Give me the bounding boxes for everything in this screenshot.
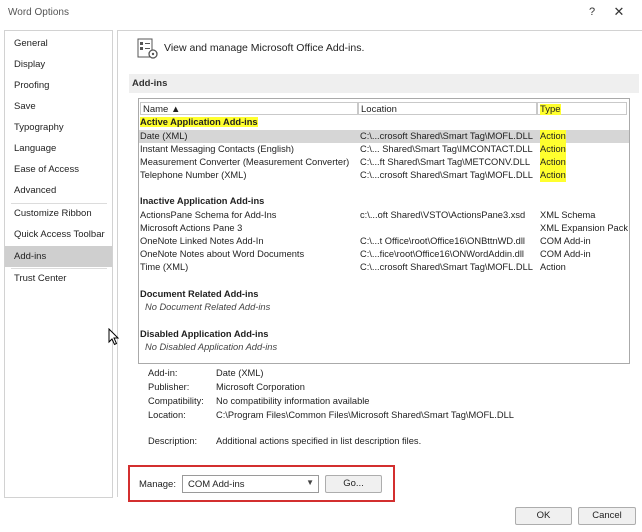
title-bar: Word Options ? ✕ — [0, 0, 642, 26]
section-band — [129, 74, 639, 93]
empty-disabled-addins: No Disabled Application Add-ins — [145, 342, 278, 352]
detail-value-description: Additional actions specified in list des… — [216, 436, 422, 446]
sidebar-item-proofing[interactable]: Proofing — [5, 75, 112, 96]
group-title-active: Active Application Add-ins — [140, 117, 258, 127]
manage-dropdown-value: COM Add-ins — [188, 479, 245, 490]
sidebar-item-typography[interactable]: Typography — [5, 117, 112, 138]
table-row[interactable]: Measurement Converter (Measurement Conve… — [139, 156, 629, 169]
sidebar-item-customize-ribbon[interactable]: Customize Ribbon — [5, 203, 112, 224]
table-row[interactable]: Instant Messaging Contacts (English) C:\… — [139, 143, 629, 156]
detail-label-description: Description: — [148, 436, 198, 446]
close-button[interactable]: ✕ — [610, 3, 628, 21]
add-ins-settings-icon — [137, 38, 158, 59]
sidebar-item-ease-of-access[interactable]: Ease of Access — [5, 159, 112, 180]
group-title-inactive: Inactive Application Add-ins — [140, 196, 265, 206]
column-header-name[interactable]: Name ▲ — [140, 102, 358, 115]
group-title-disabled: Disabled Application Add-ins — [140, 329, 269, 339]
sidebar-item-quick-access-toolbar[interactable]: Quick Access Toolbar — [5, 224, 112, 245]
table-row[interactable]: ActionsPane Schema for Add-Ins c:\...oft… — [139, 209, 629, 222]
type-header-label: Type — [540, 104, 561, 115]
detail-label-publisher: Publisher: — [148, 382, 190, 392]
detail-label-addin: Add-in: — [148, 368, 178, 378]
detail-value-location: C:\Program Files\Common Files\Microsoft … — [216, 410, 514, 420]
sidebar-item-language[interactable]: Language — [5, 138, 112, 159]
empty-document-addins: No Document Related Add-ins — [145, 302, 271, 312]
section-title: Add-ins — [132, 78, 168, 89]
add-ins-list[interactable]: Name ▲ Location Type Active Application … — [138, 98, 630, 364]
sidebar-item-general[interactable]: General — [5, 33, 112, 54]
sidebar-item-save[interactable]: Save — [5, 96, 112, 117]
detail-value-addin: Date (XML) — [216, 368, 264, 378]
cancel-button[interactable]: Cancel — [578, 507, 636, 525]
sidebar-item-display[interactable]: Display — [5, 54, 112, 75]
sidebar-item-add-ins[interactable]: Add-ins — [5, 246, 112, 267]
detail-value-compatibility: No compatibility information available — [216, 396, 370, 406]
manage-label: Manage: — [139, 479, 176, 490]
help-button[interactable]: ? — [584, 4, 600, 20]
detail-value-publisher: Microsoft Corporation — [216, 382, 305, 392]
page-header-text: View and manage Microsoft Office Add-ins… — [164, 42, 365, 54]
table-row[interactable]: OneNote Notes about Word Documents C:\..… — [139, 248, 629, 261]
chevron-down-icon: ▼ — [306, 478, 314, 487]
table-row[interactable]: OneNote Linked Notes Add-In C:\...t Offi… — [139, 235, 629, 248]
table-row[interactable]: Date (XML) C:\...crosoft Shared\Smart Ta… — [139, 130, 629, 143]
sidebar-item-trust-center[interactable]: Trust Center — [5, 268, 112, 289]
detail-label-compatibility: Compatibility: — [148, 396, 204, 406]
table-row[interactable]: Telephone Number (XML) C:\...crosoft Sha… — [139, 169, 629, 182]
go-button[interactable]: Go... — [325, 475, 382, 493]
detail-label-location: Location: — [148, 410, 186, 420]
window-title: Word Options — [8, 7, 69, 18]
column-header-location[interactable]: Location — [358, 102, 537, 115]
options-sidebar: General Display Proofing Save Typography… — [4, 30, 113, 498]
table-row[interactable]: Time (XML) C:\...crosoft Shared\Smart Ta… — [139, 261, 629, 274]
sidebar-item-advanced[interactable]: Advanced — [5, 180, 112, 201]
mouse-pointer-icon — [108, 328, 120, 346]
group-title-document: Document Related Add-ins — [140, 289, 259, 299]
column-header-type[interactable]: Type — [537, 102, 627, 115]
table-row[interactable]: Microsoft Actions Pane 3 XML Expansion P… — [139, 222, 629, 235]
manage-dropdown[interactable]: COM Add-ins ▼ — [182, 475, 319, 493]
ok-button[interactable]: OK — [515, 507, 572, 525]
